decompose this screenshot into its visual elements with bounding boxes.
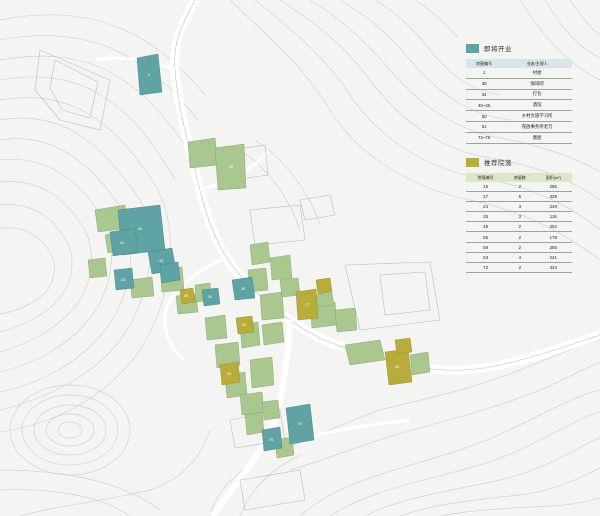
- svg-text:43: 43: [121, 277, 126, 282]
- table-row: 55 2 178: [466, 231, 572, 243]
- table-row: 30 咖啡吧: [466, 78, 572, 90]
- cell: 3: [505, 201, 535, 213]
- svg-text:17: 17: [305, 302, 310, 307]
- cell: 2: [505, 221, 535, 233]
- table-row: 24 3 249: [466, 201, 572, 213]
- svg-text:44: 44: [159, 258, 164, 263]
- svg-text:75: 75: [269, 437, 274, 442]
- cell: 49: [466, 221, 506, 233]
- cell: 249: [534, 201, 572, 213]
- operating-col-number: 房屋编号: [466, 59, 503, 68]
- legend-operating-header: 即将开业: [466, 42, 572, 54]
- cell: 285: [534, 242, 572, 253]
- table-row: 50 乡村文旅学习所: [466, 110, 572, 122]
- cell: 34: [466, 89, 503, 101]
- table-row: 34 打包: [466, 89, 572, 101]
- table-row: 72 2 334: [466, 262, 572, 273]
- cell: 酒馆: [502, 99, 572, 112]
- table-row: 17 5 328: [466, 191, 572, 203]
- cell: 16: [466, 182, 506, 193]
- svg-text:49: 49: [184, 293, 189, 298]
- cell: 乡村文旅学习所: [502, 110, 572, 122]
- svg-text:34: 34: [208, 294, 213, 299]
- cell: 55: [466, 231, 506, 243]
- table-row: 74~75 墨屋: [466, 132, 572, 144]
- legend-recommended: 推荐院落 院落编号 房屋数 面积(m²) 16 2 296 17 5 328 24 3 24…: [466, 156, 572, 273]
- recommended-col-area: 面积(m²): [534, 173, 572, 182]
- cell: 50: [466, 110, 503, 122]
- table-row: 40~45 酒馆: [466, 99, 572, 112]
- svg-text:40: 40: [138, 226, 143, 231]
- cell: 村委: [502, 68, 572, 79]
- cell: 241: [534, 252, 572, 263]
- cell: 252: [534, 221, 572, 233]
- recommended-col-count: 房屋数: [505, 173, 535, 182]
- cell: 116: [534, 211, 572, 223]
- cell: 40~45: [466, 99, 503, 112]
- legend-recommended-title: 推荐院落: [484, 160, 512, 167]
- cell: 63: [466, 252, 506, 263]
- table-row: 58 2 285: [466, 242, 572, 253]
- cell: 17: [466, 191, 506, 203]
- cell: 178: [534, 231, 572, 243]
- cell: 72: [466, 262, 506, 273]
- cell: 打包: [502, 89, 572, 101]
- table-row: 51 夜放事务所老万: [466, 121, 572, 133]
- cell: 2: [505, 182, 535, 193]
- table-row: 63 4 241: [466, 252, 572, 263]
- cell: 74~75: [466, 132, 503, 144]
- legend-recommended-header: 推荐院落: [466, 156, 572, 168]
- cell: 25: [466, 211, 506, 223]
- svg-text:74: 74: [298, 421, 303, 426]
- svg-text:16: 16: [395, 364, 400, 369]
- cell: 2: [505, 231, 535, 243]
- cell: 51: [466, 121, 503, 133]
- cell: 咖啡吧: [502, 78, 572, 90]
- cell: 2: [505, 242, 535, 253]
- cell: 58: [466, 242, 506, 253]
- cell: 2: [505, 262, 535, 273]
- cell: 夜放事务所老万: [502, 121, 572, 133]
- recommended-col-number: 院落编号: [466, 173, 506, 182]
- village-map: 1 40 41 44 43 30 74 75 17 16 24 25 48 49…: [0, 0, 600, 516]
- operating-table-header: 房屋编号 业态/主理人: [466, 59, 572, 68]
- cell: 334: [534, 262, 572, 273]
- cell: 4: [505, 252, 535, 263]
- svg-text:48: 48: [229, 164, 234, 169]
- cell: 30: [466, 78, 503, 90]
- legend-operating: 即将开业 房屋编号 业态/主理人 1 村委 30 咖啡吧 34 打包 40~45 酒馆 …: [466, 42, 572, 144]
- cell: 296: [534, 182, 572, 193]
- recommended-table-header: 院落编号 房屋数 面积(m²): [466, 173, 572, 182]
- svg-text:41: 41: [120, 240, 125, 245]
- cell: 墨屋: [502, 132, 572, 144]
- cell: 24: [466, 201, 506, 213]
- recommended-table: 院落编号 房屋数 面积(m²) 16 2 296 17 5 328 24 3 249 25 3…: [466, 173, 572, 273]
- table-row: 16 2 296: [466, 182, 572, 193]
- cell: 1: [466, 68, 503, 79]
- svg-text:25: 25: [242, 322, 247, 327]
- cell: 328: [534, 191, 572, 203]
- operating-table: 房屋编号 业态/主理人 1 村委 30 咖啡吧 34 打包 40~45 酒馆 50 乡村文…: [466, 59, 572, 144]
- operating-swatch: [466, 43, 479, 53]
- cell: 3: [505, 211, 535, 223]
- svg-text:24: 24: [227, 371, 232, 376]
- cell: 5: [505, 191, 535, 203]
- legend-operating-title: 即将开业: [484, 46, 512, 53]
- table-row: 25 3 116: [466, 211, 572, 223]
- table-row: 49 2 252: [466, 221, 572, 233]
- svg-text:30: 30: [241, 286, 246, 291]
- operating-col-business: 业态/主理人: [502, 59, 572, 68]
- table-row: 1 村委: [466, 68, 572, 79]
- recommended-swatch: [466, 157, 479, 167]
